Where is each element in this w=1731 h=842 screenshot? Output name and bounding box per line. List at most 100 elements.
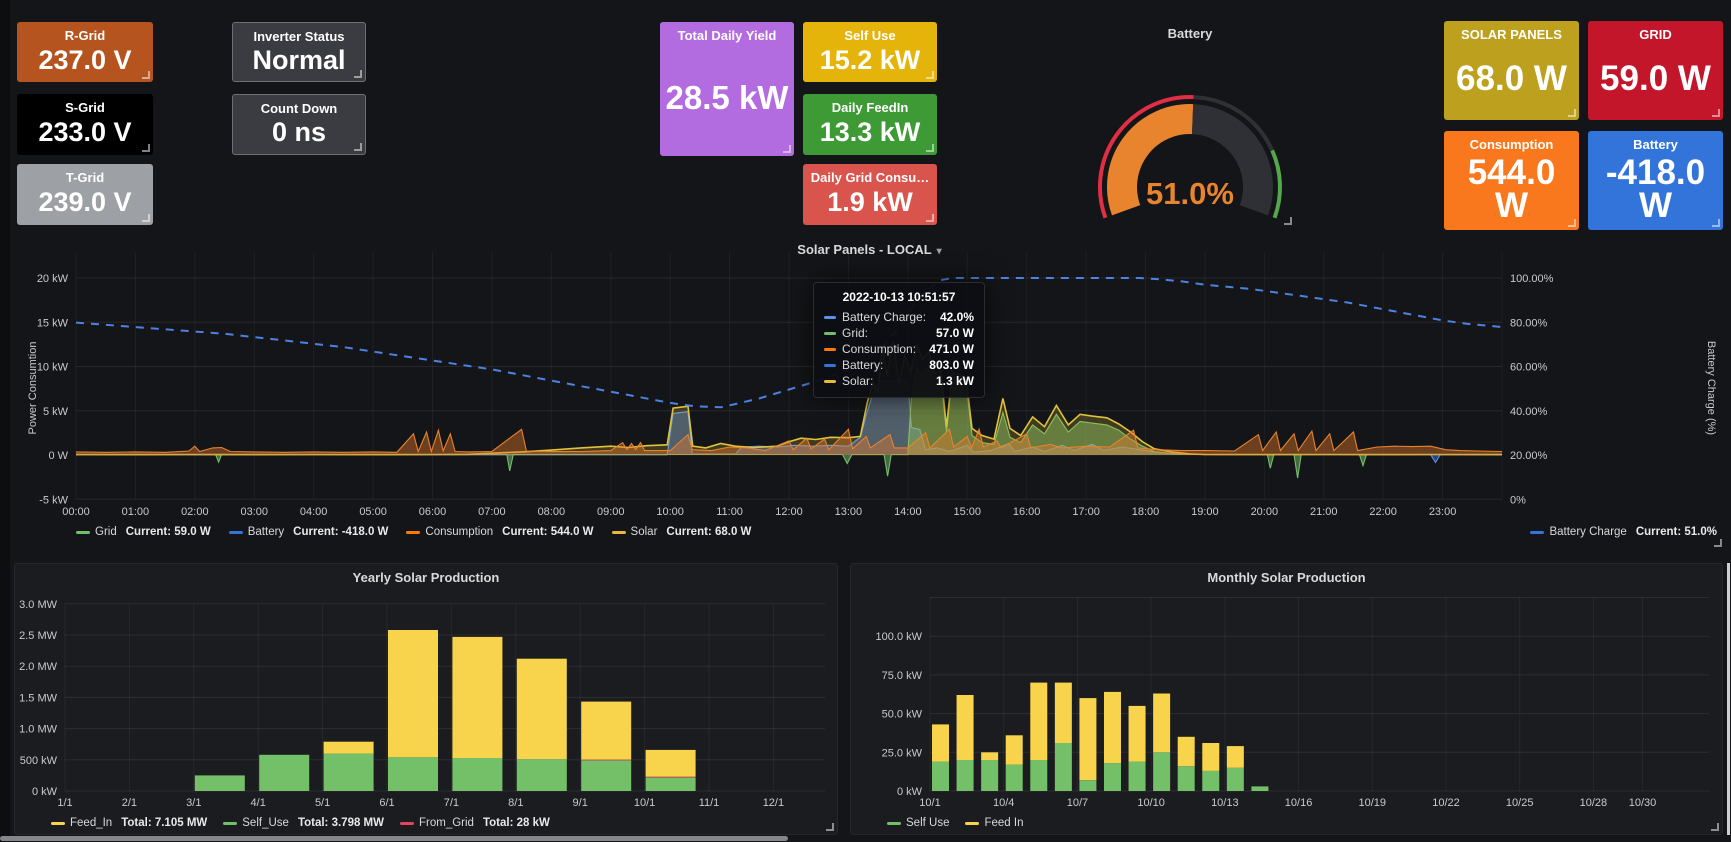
svg-text:1/1: 1/1 [57, 797, 72, 809]
stat-title: Daily Grid Consu… [807, 170, 933, 185]
svg-text:10/22: 10/22 [1432, 797, 1460, 809]
stat-battery-power: Battery -418.0 W [1588, 131, 1723, 230]
svg-text:23:00: 23:00 [1429, 506, 1457, 518]
tooltip-row: Consumption:471.0 W [824, 341, 974, 357]
svg-text:-5 kW: -5 kW [39, 494, 68, 506]
svg-text:08:00: 08:00 [538, 506, 566, 518]
svg-text:10/25: 10/25 [1506, 797, 1534, 809]
svg-text:10/19: 10/19 [1358, 797, 1386, 809]
horizontal-scrollbar[interactable] [0, 836, 788, 841]
legend-item[interactable]: ConsumptionCurrent: 544.0 W [406, 526, 593, 538]
stat-title: T-Grid [21, 170, 149, 185]
svg-text:03:00: 03:00 [240, 506, 268, 518]
stat-value: 59.0 W [1592, 42, 1719, 116]
stat-value: 28.5 kW [664, 43, 790, 152]
chevron-down-icon: ▾ [937, 246, 942, 257]
svg-text:13:00: 13:00 [835, 506, 863, 518]
svg-text:51.0%: 51.0% [1146, 176, 1234, 211]
svg-text:9/1: 9/1 [573, 797, 588, 809]
svg-text:10/16: 10/16 [1285, 797, 1313, 809]
tooltip-row: Battery:803.0 W [824, 357, 974, 373]
stat-value: 239.0 V [21, 185, 149, 221]
gauge-title: Battery [1085, 22, 1295, 41]
svg-text:7/1: 7/1 [444, 797, 459, 809]
svg-text:20.00%: 20.00% [1510, 450, 1548, 462]
stat-value: 68.0 W [1448, 42, 1575, 116]
stat-count-down: Count Down 0 ns [232, 94, 366, 155]
svg-text:1.5 MW: 1.5 MW [19, 692, 58, 704]
stat-daily-feedin: Daily FeedIn 13.3 kW [803, 94, 937, 155]
stat-value: 1.9 kW [807, 185, 933, 221]
svg-text:500 kW: 500 kW [20, 755, 58, 767]
svg-text:0%: 0% [1510, 494, 1526, 506]
svg-text:10/1: 10/1 [634, 797, 655, 809]
svg-text:2/1: 2/1 [122, 797, 137, 809]
legend-color-dash [612, 531, 626, 534]
svg-text:10/13: 10/13 [1211, 797, 1239, 809]
legend-item[interactable]: Self Use [887, 817, 949, 829]
yearly-chart-legend: Feed_InTotal: 7.105 MW Self_UseTotal: 3.7… [51, 817, 550, 829]
svg-text:5 kW: 5 kW [43, 406, 69, 418]
svg-text:1.0 MW: 1.0 MW [19, 724, 58, 736]
panel-dropdown-title[interactable]: Solar Panels - LOCAL ▾ [14, 242, 1725, 257]
stat-value: 0 ns [237, 116, 361, 150]
stat-daily-grid-consumption: Daily Grid Consu… 1.9 kW [803, 164, 937, 225]
legend-item[interactable]: BatteryCurrent: -418.0 W [229, 526, 389, 538]
svg-text:05:00: 05:00 [359, 506, 387, 518]
stat-title: S-Grid [21, 100, 149, 115]
svg-text:Power Consumtion: Power Consumtion [27, 342, 39, 435]
legend-item[interactable]: SolarCurrent: 68.0 W [612, 526, 752, 538]
legend-color-dash [887, 822, 901, 825]
svg-text:06:00: 06:00 [419, 506, 447, 518]
svg-text:16:00: 16:00 [1013, 506, 1041, 518]
legend-item[interactable]: GridCurrent: 59.0 W [76, 526, 211, 538]
stat-value: 544.0 W [1448, 152, 1575, 226]
svg-text:20:00: 20:00 [1251, 506, 1279, 518]
stat-title: Battery [1592, 137, 1719, 152]
chart-tooltip: 2022-10-13 10:51:57 Battery Charge:42.0%… [813, 282, 985, 398]
legend-item[interactable]: Self_UseTotal: 3.798 MW [223, 817, 384, 829]
svg-text:25.0 kW: 25.0 kW [882, 747, 923, 759]
legend-item[interactable]: Feed_InTotal: 7.105 MW [51, 817, 207, 829]
legend-item[interactable]: Battery ChargeCurrent: 51.0% [1530, 526, 1717, 538]
stat-solar-panels: SOLAR PANELS 68.0 W [1444, 21, 1579, 120]
stat-title: GRID [1592, 27, 1719, 42]
svg-text:3.0 MW: 3.0 MW [19, 599, 58, 611]
svg-text:14:00: 14:00 [894, 506, 922, 518]
svg-text:15:00: 15:00 [953, 506, 981, 518]
svg-text:09:00: 09:00 [597, 506, 625, 518]
svg-text:2.5 MW: 2.5 MW [19, 630, 58, 642]
vertical-scrollbar[interactable] [1727, 563, 1730, 835]
svg-text:04:00: 04:00 [300, 506, 328, 518]
svg-text:0 kW: 0 kW [32, 786, 58, 798]
svg-text:0 W: 0 W [48, 450, 68, 462]
stat-title: Daily FeedIn [807, 100, 933, 115]
svg-text:11/1: 11/1 [699, 797, 720, 809]
stat-title: SOLAR PANELS [1448, 27, 1575, 42]
svg-text:10/10: 10/10 [1137, 797, 1165, 809]
stat-title: Inverter Status [237, 29, 361, 44]
stat-grid-power: GRID 59.0 W [1588, 21, 1723, 120]
svg-text:12:00: 12:00 [775, 506, 803, 518]
panel-monthly-solar-production: Monthly Solar Production 0 kW25.0 kW50.0… [850, 563, 1723, 835]
svg-text:3/1: 3/1 [186, 797, 201, 809]
svg-text:8/1: 8/1 [508, 797, 523, 809]
stat-value: 15.2 kW [807, 43, 933, 78]
panel-title-text: Solar Panels - LOCAL [797, 242, 931, 257]
legend-item[interactable]: From_GridTotal: 28 kW [400, 817, 550, 829]
svg-text:19:00: 19:00 [1191, 506, 1219, 518]
legend-item[interactable]: Feed In [965, 817, 1023, 829]
stat-value: -418.0 W [1592, 152, 1719, 226]
svg-text:50.0 kW: 50.0 kW [882, 709, 923, 721]
stat-title: Count Down [237, 101, 361, 116]
svg-text:10/7: 10/7 [1067, 797, 1088, 809]
svg-text:20 kW: 20 kW [37, 273, 69, 285]
stat-value: 237.0 V [21, 43, 149, 78]
stat-value: 13.3 kW [807, 115, 933, 151]
svg-text:11:00: 11:00 [716, 506, 743, 518]
stat-consumption-power: Consumption 544.0 W [1444, 131, 1579, 230]
svg-text:21:00: 21:00 [1310, 506, 1338, 518]
panel-battery-gauge: Battery 51.0% [1085, 22, 1295, 228]
stat-value: 233.0 V [21, 115, 149, 151]
svg-text:00:00: 00:00 [62, 506, 90, 518]
